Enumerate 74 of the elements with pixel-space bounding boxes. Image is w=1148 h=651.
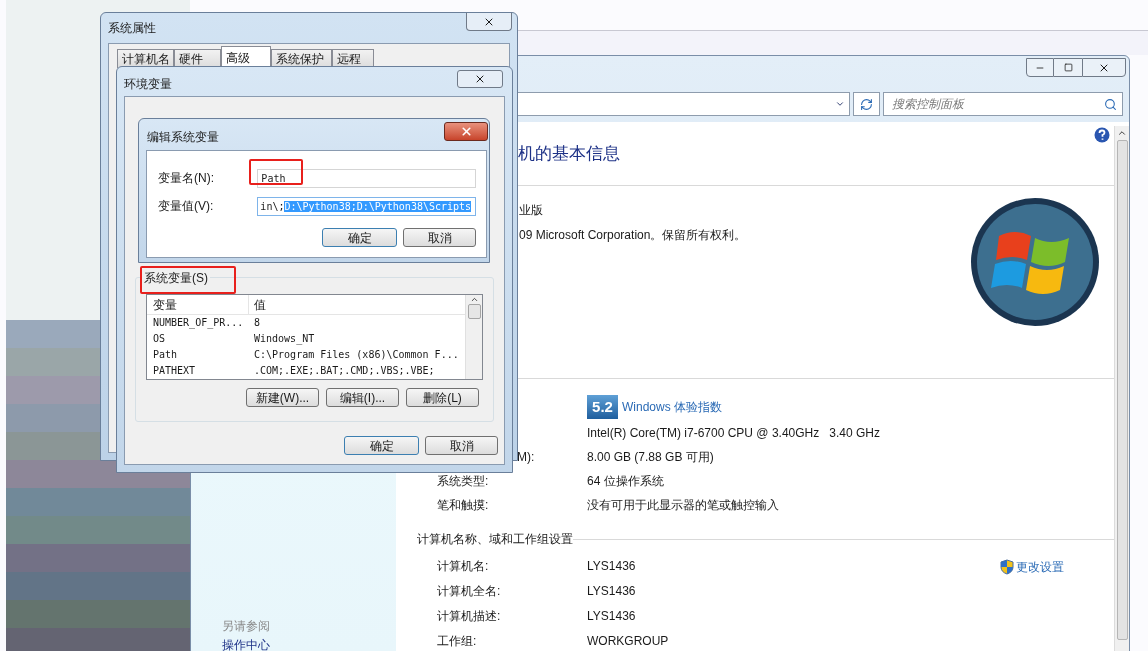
change-settings-link[interactable]: 更改设置 (1000, 554, 1064, 579)
close-button[interactable] (457, 70, 503, 88)
search-field[interactable]: 搜索控制面板 (883, 92, 1123, 116)
info-value: LYS1436 (587, 558, 637, 575)
list-button[interactable]: 编辑(I)... (326, 388, 399, 407)
table-cell-text: 8 (253, 316, 262, 330)
info-value: 没有可用于此显示器的笔或触控输入 (587, 497, 780, 515)
field-label: 变量名(N): (158, 170, 215, 187)
scroll-thumb[interactable] (1116, 140, 1128, 640)
maximize-icon (1063, 63, 1073, 72)
shield-icon (1000, 558, 1014, 575)
edition-text: 业版 (519, 202, 544, 219)
score-badge: 5.2 (587, 395, 618, 420)
info-value: 64 位操作系统 (587, 473, 665, 491)
close-button[interactable] (1082, 58, 1126, 77)
table-cell-text: NUMBER_OF_PR... (152, 316, 245, 331)
info-label: 笔和触摸: (437, 497, 489, 514)
tab[interactable]: 高级 (221, 46, 271, 68)
copyright-text: 09 Microsoft Corporation。保留所有权利。 (519, 227, 748, 244)
highlight-box (249, 159, 303, 185)
info-label: 工作组: (437, 633, 478, 650)
list-button[interactable]: 新建(W)... (246, 388, 319, 407)
search-icon (1104, 97, 1117, 111)
dialog-button[interactable]: 确定 (344, 436, 419, 455)
window-title: 环境变量 (124, 76, 172, 93)
help-icon[interactable] (1094, 127, 1110, 143)
scroll-up-icon[interactable] (469, 295, 479, 304)
dialog-button[interactable]: 确定 (322, 228, 397, 247)
refresh-button[interactable] (853, 92, 881, 116)
section-title: 计算机名称、域和工作组设置 (417, 531, 573, 549)
info-label: M): (517, 449, 535, 466)
side-link[interactable]: 操作中心 (222, 636, 396, 651)
info-label: 计算机全名: (437, 583, 502, 600)
dialog-button[interactable]: 取消 (403, 228, 476, 247)
info-label: 系统类型: (437, 473, 489, 490)
scrollbar[interactable] (1114, 126, 1129, 651)
table-cell-text: Path (152, 348, 179, 362)
scroll-thumb[interactable] (467, 304, 481, 319)
section-title: 另请参阅 (222, 618, 271, 635)
info-value: LYS1436 (587, 608, 637, 625)
info-label: 计算机名: (437, 558, 490, 575)
window-title: 编辑系统变量 (147, 129, 219, 146)
refresh-icon (860, 97, 874, 111)
maximize-button[interactable] (1054, 58, 1082, 77)
table-cell-text: .COM;.EXE;.BAT;.CMD;.VBS;.VBE; (253, 364, 436, 378)
info-value: Intel(R) Core(TM) i7-6700 CPU @ 3.40GHz 3.40 GHz (587, 425, 881, 443)
tab[interactable]: 计算机名 (117, 49, 174, 68)
table-cell-text: OS (152, 332, 167, 346)
table-cell-text: Windows_NT (253, 332, 316, 347)
dialog-button[interactable]: 取消 (425, 436, 498, 455)
info-value: 8.00 GB (7.88 GB 可用) (587, 449, 715, 467)
group-title: 系统变量(S) (142, 271, 210, 285)
column-header[interactable]: 值 (249, 295, 465, 314)
close-icon (459, 125, 473, 138)
input-field[interactable]: Path (257, 168, 476, 188)
close-button[interactable] (444, 122, 488, 141)
rating-link[interactable]: Windows 体验指数 (622, 398, 722, 417)
list-button[interactable]: 删除(L) (406, 388, 479, 407)
field-label: 变量值(V): (158, 198, 215, 215)
scrollbar[interactable] (465, 295, 482, 379)
input-field[interactable]: in\;D:\Python38;D:\Python38\Scripts (257, 196, 476, 216)
dropdown-icon[interactable] (835, 99, 846, 109)
table-cell-text: C:\Program Files (x86)\Common F... (253, 348, 460, 362)
close-button[interactable] (466, 13, 512, 31)
page-heading: 机的基本信息 (518, 143, 621, 165)
table-cell-text: PATHEXT (152, 364, 197, 378)
scroll-up-icon[interactable] (1117, 128, 1127, 138)
close-icon (474, 73, 486, 85)
window-title: 系统属性 (108, 20, 156, 37)
info-label: 计算机描述: (437, 608, 502, 625)
minimize-button[interactable] (1026, 58, 1054, 77)
column-header[interactable]: 变量 (147, 295, 249, 314)
info-value: LYS1436 (587, 583, 637, 600)
info-value: WORKGROUP (587, 633, 670, 650)
